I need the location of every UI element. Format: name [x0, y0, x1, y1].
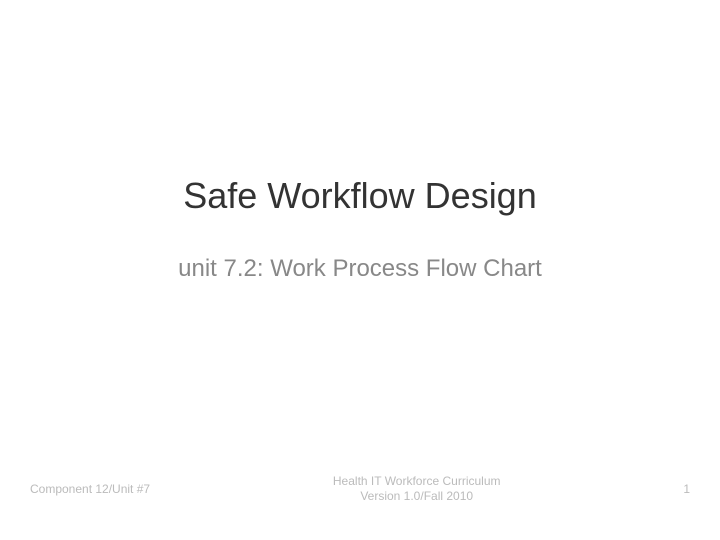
- footer-page-number: 1: [683, 482, 690, 496]
- slide-footer: Component 12/Unit #7 Health IT Workforce…: [0, 474, 720, 505]
- slide: Safe Workflow Design unit 7.2: Work Proc…: [0, 0, 720, 540]
- footer-center: Health IT Workforce Curriculum Version 1…: [333, 474, 501, 505]
- subtitle-area: unit 7.2: Work Process Flow Chart: [0, 255, 720, 283]
- title-area: Safe Workflow Design: [0, 175, 720, 217]
- slide-subtitle: unit 7.2: Work Process Flow Chart: [0, 255, 720, 283]
- footer-left: Component 12/Unit #7: [30, 482, 150, 496]
- slide-title: Safe Workflow Design: [0, 175, 720, 217]
- footer-center-line1: Health IT Workforce Curriculum: [333, 474, 501, 490]
- footer-center-line2: Version 1.0/Fall 2010: [333, 489, 501, 505]
